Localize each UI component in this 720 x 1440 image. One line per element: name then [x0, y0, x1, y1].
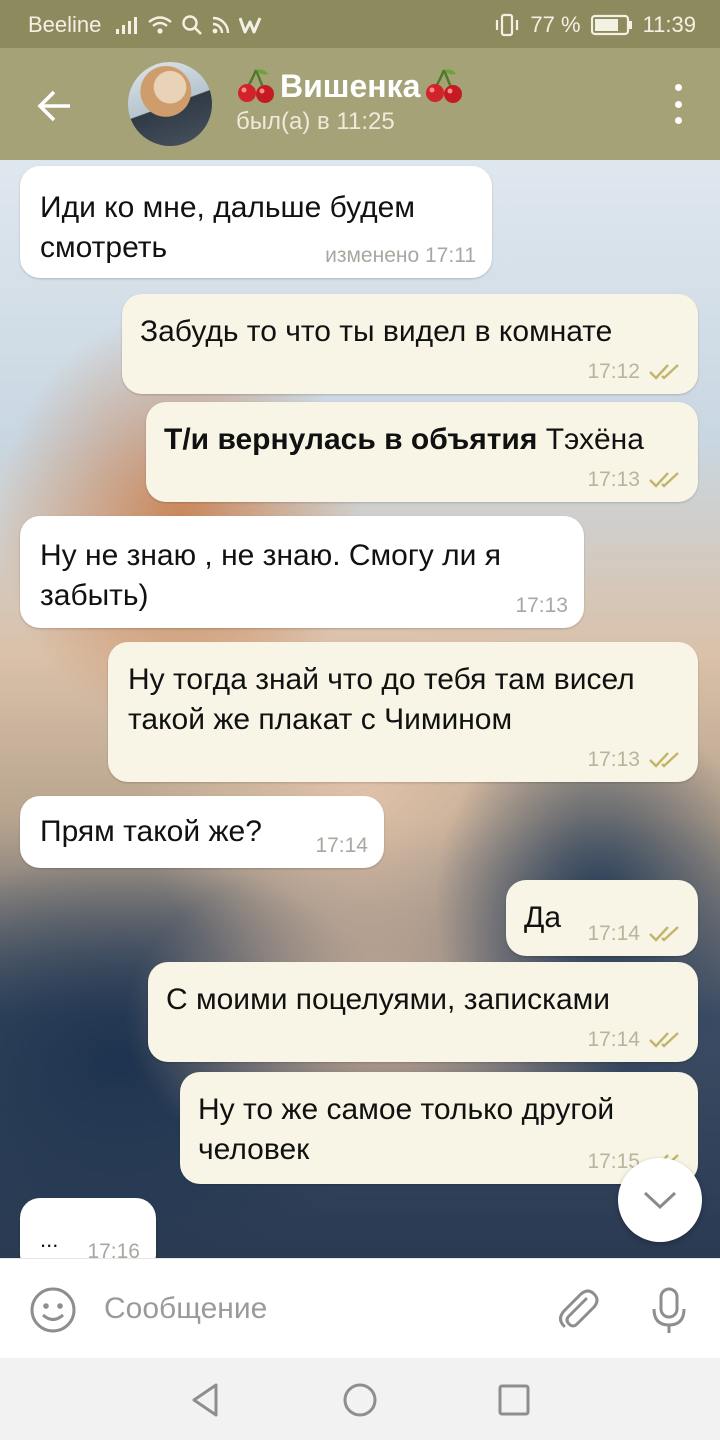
message-outgoing[interactable]: Ну то же самое только другой человек 17:… — [180, 1072, 698, 1184]
message-text: Ну тогда знай что до тебя там висел тако… — [128, 663, 635, 736]
message-outgoing[interactable]: Т/и вернулась в объятия Тэхёна 17:13 — [146, 402, 698, 502]
message-outgoing[interactable]: Ну тогда знай что до тебя там висел тако… — [108, 642, 698, 782]
cherry-icon — [238, 69, 274, 103]
message-outgoing[interactable]: С моими поцелуями, записками 17:14 — [148, 962, 698, 1062]
search-icon — [182, 15, 203, 35]
message-text: Тэхёна — [537, 423, 644, 456]
wifi-icon — [148, 16, 173, 34]
microphone-icon[interactable] — [644, 1285, 694, 1335]
chevron-down-icon — [643, 1191, 677, 1210]
message-time: 17:13 — [587, 748, 640, 771]
message-time: 17:12 — [587, 360, 640, 383]
smiley-icon[interactable] — [28, 1285, 78, 1335]
cherry-icon — [426, 69, 463, 103]
double-check-icon — [649, 1032, 679, 1048]
message-time: 17:14 — [587, 922, 640, 945]
message-time: изменено 17:11 — [325, 244, 476, 267]
message-composer — [0, 1258, 720, 1358]
more-menu-button[interactable] — [666, 84, 690, 124]
arrow-left-icon — [37, 90, 70, 122]
carrier-label: Beeline — [28, 12, 102, 37]
system-nav-bar — [0, 1358, 720, 1440]
nav-back-icon[interactable] — [186, 1380, 226, 1420]
message-time: 17:16 — [87, 1240, 140, 1258]
double-check-icon — [649, 926, 679, 942]
double-check-icon — [649, 472, 679, 488]
status-bar: Beeline 77 % 11:39 — [0, 0, 720, 48]
message-incoming[interactable]: Прям такой же? 17:14 — [20, 796, 384, 868]
message-time: 17:14 — [587, 1028, 640, 1051]
clock: 11:39 — [642, 12, 696, 37]
rss-icon — [212, 16, 230, 34]
message-outgoing[interactable]: Забудь то что ты видел в комнате 17:12 — [122, 294, 698, 394]
double-check-icon — [649, 364, 679, 380]
double-check-icon — [649, 752, 679, 768]
app-notification-icon — [239, 17, 262, 34]
message-text: Ну не знаю , не знаю. Смогу ли я забыть) — [40, 539, 501, 612]
contact-info[interactable]: Вишенка был(а) в 11:25 — [236, 66, 464, 136]
message-incoming[interactable]: Иди ко мне, дальше будем смотреть измене… — [20, 166, 492, 278]
message-text: С моими поцелуями, записками — [166, 983, 611, 1016]
avatar[interactable] — [128, 62, 212, 146]
message-outgoing[interactable]: Да 17:14 — [506, 880, 698, 956]
message-time: 17:13 — [587, 468, 640, 491]
message-list[interactable]: Иди ко мне, дальше будем смотреть измене… — [0, 160, 720, 1258]
signal-icon — [116, 17, 138, 34]
contact-name: Вишенка — [280, 67, 421, 104]
dot-icon — [674, 84, 682, 91]
message-time: 17:14 — [315, 834, 368, 857]
chat-header: Вишенка был(а) в 11:25 — [0, 48, 720, 160]
paperclip-icon[interactable] — [552, 1285, 602, 1335]
message-incoming[interactable]: ... 17:16 — [20, 1198, 156, 1258]
nav-home-icon[interactable] — [340, 1380, 380, 1420]
nav-recents-icon[interactable] — [494, 1380, 534, 1420]
scroll-to-bottom-button[interactable] — [618, 1158, 702, 1242]
message-text: Забудь то что ты видел в комнате — [140, 315, 613, 348]
dot-icon — [674, 117, 682, 124]
battery-icon — [590, 14, 632, 36]
dot-icon — [674, 100, 682, 108]
vibrate-icon — [496, 13, 519, 37]
message-time: 17:13 — [515, 594, 568, 617]
message-input[interactable] — [104, 1283, 524, 1335]
contact-name-row: Вишенка — [236, 66, 464, 106]
battery-percent: 77 % — [530, 12, 581, 37]
message-incoming[interactable]: Ну не знаю , не знаю. Смогу ли я забыть)… — [20, 516, 584, 628]
back-button[interactable] — [26, 78, 82, 134]
last-seen-status: был(а) в 11:25 — [236, 108, 395, 135]
message-text-bold: Т/и вернулась в объятия — [164, 423, 538, 456]
